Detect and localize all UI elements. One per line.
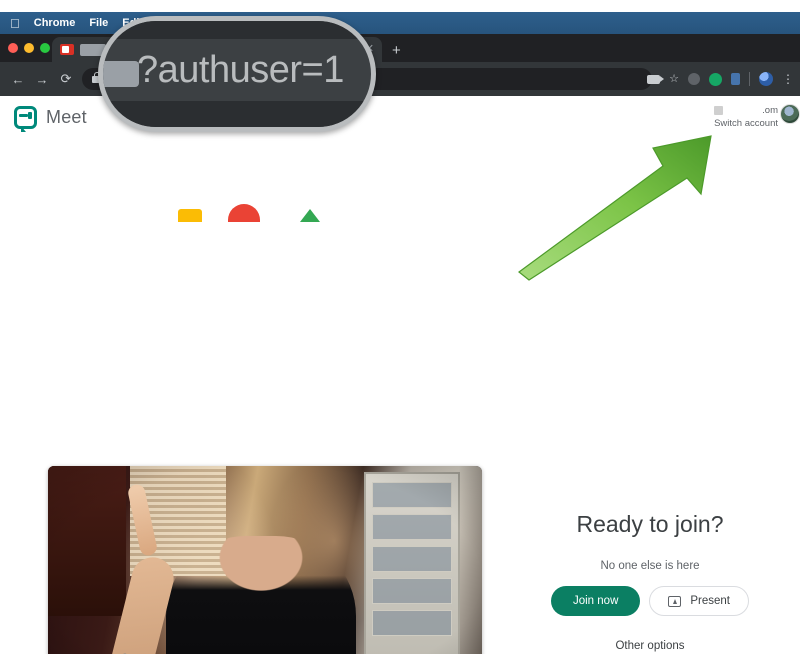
annotation-arrow [518, 135, 712, 281]
new-tab-button[interactable]: + [392, 43, 401, 58]
google-meet-logo-icon [14, 106, 37, 132]
chrome-menu-icon[interactable]: ⋮ [782, 73, 794, 85]
minimize-window-button[interactable] [24, 43, 34, 53]
reload-icon[interactable]: ⟳ [54, 71, 78, 87]
forward-arrow-icon[interactable]: → [30, 72, 54, 87]
account-avatar-icon[interactable] [780, 104, 800, 124]
window-traffic-lights[interactable] [8, 43, 50, 53]
extension-green-icon[interactable] [709, 72, 722, 86]
extension-blue-icon[interactable] [731, 73, 740, 85]
account-email-row: .om [714, 104, 778, 116]
participants-status: No one else is here [600, 560, 700, 572]
google-logo-fragments [150, 196, 340, 222]
extension-gray-icon[interactable] [688, 73, 700, 85]
bookmark-star-icon[interactable]: ☆ [669, 73, 679, 85]
present-button[interactable]: Present [649, 586, 750, 616]
magnifier-bottom-band [103, 101, 371, 127]
other-options-label: Other options [615, 640, 685, 652]
join-panel: Ready to join? No one else is here Join … [500, 511, 800, 654]
menu-item-chrome[interactable]: Chrome [34, 17, 76, 29]
meet-brand-label: Meet [46, 107, 87, 127]
redacted-block-icon [714, 105, 724, 115]
video-preview[interactable]: Ruthy ●●● ⋮ [48, 466, 482, 654]
join-buttons: Join now Present [500, 586, 800, 616]
account-switcher[interactable]: .om Switch account [714, 104, 800, 129]
page-title: Ready to join? [576, 511, 724, 537]
present-button-label: Present [690, 595, 731, 607]
close-window-button[interactable] [8, 43, 18, 53]
account-email: .om [762, 104, 778, 116]
toolbar-divider [749, 72, 750, 86]
back-arrow-icon[interactable]: ← [6, 72, 30, 87]
apple-icon[interactable]:  [10, 17, 20, 30]
meet-brand[interactable]: Meet [14, 106, 87, 132]
video-vignette [48, 466, 482, 654]
toolbar-icon-group: ☆ ⋮ [647, 68, 794, 90]
screenshot-root:  Chrome File Edit rzq-kobk-bmj ✕ + ← → [0, 0, 800, 654]
present-screen-icon [668, 595, 682, 607]
profile-avatar-icon[interactable] [759, 72, 773, 86]
magnified-url-text: ?authuser=1 [137, 49, 344, 91]
zoom-window-button[interactable] [40, 43, 50, 53]
gmail-favicon [60, 44, 74, 55]
camera-icon[interactable] [647, 74, 665, 84]
magnifier-top-band [103, 21, 371, 39]
magnifier-callout: ?authuser=1 [98, 16, 376, 132]
join-now-button[interactable]: Join now [550, 586, 641, 616]
redacted-url-block [103, 61, 139, 87]
